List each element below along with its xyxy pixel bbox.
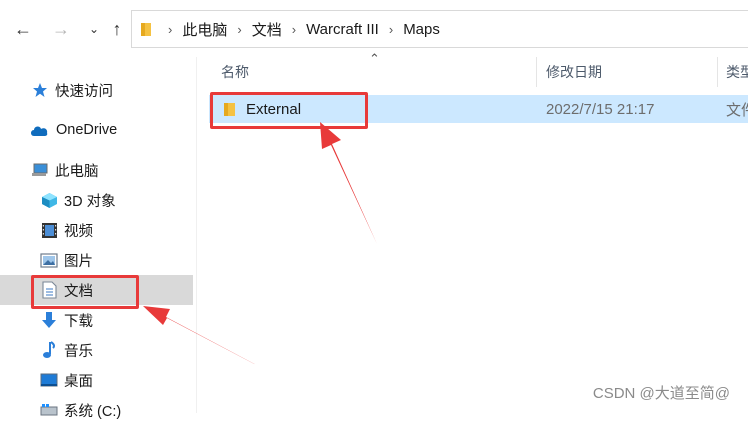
- annotation-arrow-icon: [143, 306, 262, 368]
- watermark: CSDN @大道至简@: [592, 385, 730, 402]
- annotation-arrows: [143, 122, 377, 368]
- annotation-arrow-icon: [320, 122, 377, 244]
